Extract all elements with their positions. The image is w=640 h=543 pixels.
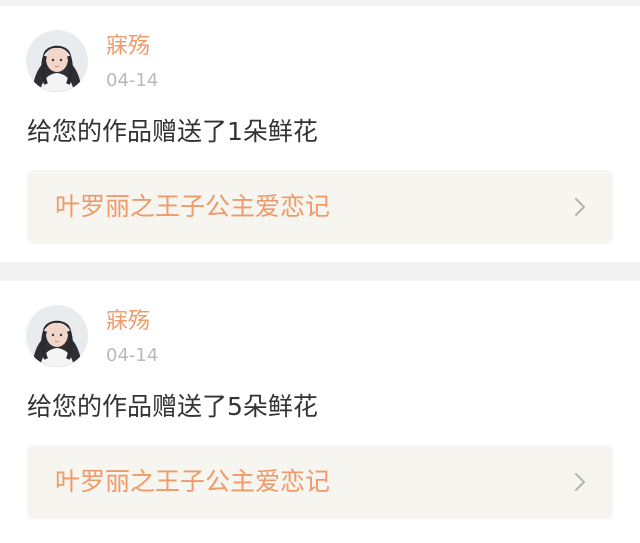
avatar-image [26,30,88,92]
work-title: 叶罗丽之王子公主爱恋记 [55,467,331,496]
avatar[interactable] [26,305,88,367]
notification-card: 寐殇 04-14 给您的作品赠送了5朵鲜花 叶罗丽之王子公主爱恋记 [0,281,640,543]
chevron-right-icon [573,471,587,493]
chevron-right-icon [573,196,587,218]
notification-message: 给您的作品赠送了5朵鲜花 [27,392,318,421]
notification-card: 寐殇 04-14 给您的作品赠送了1朵鲜花 叶罗丽之王子公主爱恋记 [0,6,640,262]
work-link[interactable]: 叶罗丽之王子公主爱恋记 [27,170,613,244]
notification-message: 给您的作品赠送了1朵鲜花 [27,117,318,146]
username[interactable]: 寐殇 [106,309,150,335]
work-link[interactable]: 叶罗丽之王子公主爱恋记 [27,445,613,519]
work-title: 叶罗丽之王子公主爱恋记 [55,192,331,221]
avatar[interactable] [26,30,88,92]
avatar-image [26,305,88,367]
timestamp: 04-14 [106,345,159,366]
timestamp: 04-14 [106,70,159,91]
username[interactable]: 寐殇 [106,34,150,60]
